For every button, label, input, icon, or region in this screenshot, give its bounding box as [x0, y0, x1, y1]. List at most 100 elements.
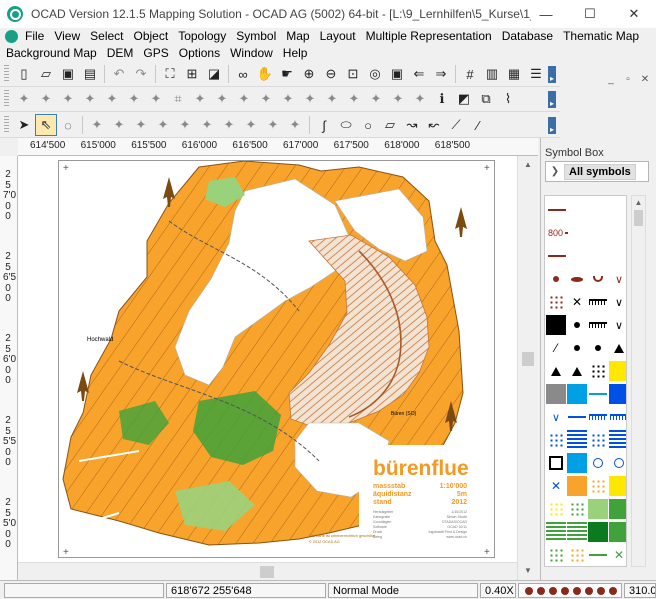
symbol-scrollbar[interactable]: ▲ [631, 195, 646, 567]
maximize-button[interactable]: ☐ [568, 0, 612, 28]
symbol-tri-icon[interactable] [567, 360, 587, 382]
rotate-3-icon[interactable]: ✦ [240, 114, 262, 136]
menu-thematic-map[interactable]: Thematic Map [558, 29, 644, 43]
symbol-dot-icon[interactable] [567, 337, 587, 359]
toolbar-overflow-icon[interactable]: ▸ [548, 117, 556, 134]
tools-6-icon[interactable]: ✦ [123, 88, 145, 110]
symbol-hline-icon[interactable] [588, 544, 608, 566]
cut-hook-icon[interactable]: ⌇ [497, 88, 519, 110]
symbol-fill-icon[interactable] [609, 360, 626, 382]
symbol-dots-icon[interactable] [546, 544, 566, 566]
toolbar-overflow-icon[interactable]: ▸ [548, 91, 556, 108]
save-disk-icon[interactable]: ▣ [57, 63, 79, 85]
grid-icon[interactable]: # [459, 63, 481, 85]
symbol-fill-icon[interactable] [567, 383, 587, 405]
binoculars-icon[interactable]: ∞ [232, 63, 254, 85]
mdi-restore-button[interactable]: ▫ [621, 73, 635, 86]
table-list-icon[interactable]: ☰ [525, 63, 547, 85]
symbol-vee-icon[interactable]: ∨ [609, 268, 626, 290]
menu-topology[interactable]: Topology [173, 29, 231, 43]
symbol-x-icon[interactable]: ✕ [567, 291, 587, 313]
crop-icon[interactable]: ⌗ [167, 88, 189, 110]
symbol-dots-icon[interactable] [567, 544, 587, 566]
rotate-4-icon[interactable]: ✦ [262, 114, 284, 136]
symbol-dots-icon[interactable] [588, 429, 608, 451]
fill-area-icon[interactable]: ◩ [453, 88, 475, 110]
arrow-back-icon[interactable]: ⇐ [408, 63, 430, 85]
fullscreen-icon[interactable]: ⛶ [159, 63, 181, 85]
hand-pan-icon[interactable]: ✋ [254, 63, 276, 85]
rotate-5-icon[interactable]: ✦ [284, 114, 306, 136]
tools-17-icon[interactable]: ✦ [365, 88, 387, 110]
symbol-fill-icon[interactable] [609, 521, 626, 543]
symbol-scroll-up-icon[interactable]: ▲ [633, 197, 644, 208]
symbol-hatch-icon[interactable] [588, 314, 608, 336]
tools-19-icon[interactable]: ✦ [409, 88, 431, 110]
symbol-scroll-thumb[interactable] [634, 210, 643, 226]
open-folder-icon[interactable]: ▱ [35, 63, 57, 85]
select-edit-icon[interactable]: ➤ [13, 114, 35, 136]
tools-11-icon[interactable]: ✦ [233, 88, 255, 110]
symbol-fill-icon[interactable] [609, 498, 626, 520]
toolbar-grip-icon[interactable] [4, 90, 9, 108]
zoom-selected-icon[interactable]: ▣ [386, 63, 408, 85]
node-4-icon[interactable]: ✦ [152, 114, 174, 136]
symbol-fill-icon[interactable] [588, 521, 608, 543]
symbol-dots-icon[interactable] [546, 498, 566, 520]
menu-symbol[interactable]: Symbol [231, 29, 281, 43]
info-icon[interactable]: ℹ [431, 88, 453, 110]
menu-window[interactable]: Window [225, 46, 278, 60]
menu-map[interactable]: Map [281, 29, 314, 43]
tools-5-icon[interactable]: ✦ [101, 88, 123, 110]
toolbar-grip-icon[interactable] [4, 116, 9, 134]
layer-color-icon[interactable]: ◪ [203, 63, 225, 85]
menu-dem[interactable]: DEM [102, 46, 139, 60]
symbol-dot-icon[interactable] [546, 268, 566, 290]
symbol-tri-icon[interactable] [609, 337, 626, 359]
print-icon[interactable]: ▤ [79, 63, 101, 85]
tools-1-icon[interactable]: ✦ [13, 88, 35, 110]
symbol-hline-icon[interactable] [567, 406, 587, 428]
symbol-fill-icon[interactable] [546, 383, 566, 405]
symbol-vee-icon[interactable]: ∨ [546, 406, 566, 428]
circle-icon[interactable]: ○ [357, 114, 379, 136]
menu-multiple-representation[interactable]: Multiple Representation [361, 29, 497, 43]
symbol-hatch-icon[interactable] [588, 406, 608, 428]
symbol-hatch-icon[interactable] [609, 406, 626, 428]
symbol-filter-dropdown[interactable]: ❯ All symbols [545, 161, 649, 182]
symbol-cup-icon[interactable] [588, 268, 608, 290]
table-select-icon[interactable]: ▥ [481, 63, 503, 85]
symbol-dots-icon[interactable] [588, 475, 608, 497]
scroll-up-icon[interactable]: ▲ [522, 158, 534, 170]
menu-select[interactable]: Select [85, 29, 128, 43]
menu-options[interactable]: Options [174, 46, 225, 60]
tools-2-icon[interactable]: ✦ [35, 88, 57, 110]
select-object-icon[interactable]: ⇖ [35, 114, 57, 136]
curve-line-icon[interactable]: ∫ [313, 114, 335, 136]
ruler-icon[interactable]: ∕ [467, 114, 489, 136]
mdi-minimize-button[interactable]: _ [604, 73, 618, 86]
menu-background-map[interactable]: Background Map [1, 46, 102, 60]
zoom-extents-icon[interactable]: ⊞ [181, 63, 203, 85]
symbol-fill-icon[interactable] [609, 383, 626, 405]
symbol-hatch-icon[interactable] [588, 291, 608, 313]
menu-view[interactable]: View [49, 29, 85, 43]
symbol-stripes-icon[interactable] [546, 521, 566, 543]
table-edit-icon[interactable]: ▦ [503, 63, 525, 85]
lasso-icon[interactable]: ◌ [57, 114, 79, 136]
redo-icon[interactable]: ↷ [130, 63, 152, 85]
tools-14-icon[interactable]: ✦ [299, 88, 321, 110]
freehand-1-icon[interactable]: ↝ [401, 114, 423, 136]
node-2-icon[interactable]: ✦ [108, 114, 130, 136]
mdi-close-button[interactable]: ✕ [638, 73, 652, 86]
tools-7-icon[interactable]: ✦ [145, 88, 167, 110]
symbol-oval-icon[interactable] [567, 268, 587, 290]
menu-help[interactable]: Help [278, 46, 313, 60]
symbol-vee-icon[interactable]: ∨ [609, 314, 626, 336]
canvas-horizontal-scrollbar[interactable] [18, 562, 517, 580]
symbol-hline-icon[interactable] [588, 383, 608, 405]
minimize-button[interactable]: — [524, 0, 568, 28]
map-canvas[interactable]: + + + + bürenflue massstab äquidistanz s… [18, 156, 517, 562]
menu-object[interactable]: Object [129, 29, 174, 43]
toolbar-grip-icon[interactable] [4, 65, 9, 83]
